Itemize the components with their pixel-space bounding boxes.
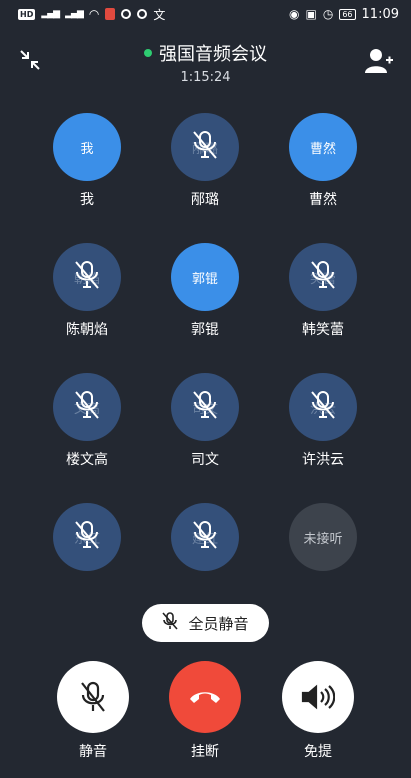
mute-label: 静音 [79,744,107,760]
wifi-icon: ◠ [88,7,100,21]
participant-tile[interactable]: 我我 [28,113,146,212]
participant-name: 楼文高 [66,452,108,468]
avatar: 东红 [53,503,121,571]
alarm-icon: ◷ [322,7,334,21]
avatar-text: 曹然 [309,141,336,157]
muted-mic-icon [192,130,218,164]
online-dot [144,49,152,57]
eye-icon: ◉ [289,7,300,21]
participant-tile[interactable]: 未接听 [264,503,382,602]
participant-name: 许洪云 [302,452,344,468]
participant-name: 郭锟 [191,322,219,338]
avatar: 邴璐 [171,113,239,181]
muted-mic-icon [310,260,336,294]
speaker-control: 免提 [281,661,355,761]
meeting-title: 强国音频会议 [159,44,267,65]
nfc-icon: ▣ [305,7,317,21]
muted-mic-icon [74,260,100,294]
participant-tile[interactable]: 东红 [28,503,146,602]
muted-mic-icon [192,520,218,554]
participant-name: 邴璐 [191,192,219,208]
muted-mic-icon [74,390,100,424]
avatar: 文高 [53,373,121,441]
avatar: 洪云 [289,373,357,441]
battery-icon: 66 [339,8,356,20]
participant-grid: 我我邴璐 邴璐 曹然 曹然 朝焰 陈朝焰 郭锟 郭锟 笑蕾 韩笑蕾 文高 楼文高 司文 司文 洪云 许洪云 东红… [28,113,383,602]
avatar-text: 郭锟 [191,271,218,287]
mute-button[interactable] [57,661,129,733]
app-notification-icon [137,9,148,19]
avatar: 曹然 [289,113,357,181]
avatar: 郭锟 [171,243,239,311]
participant-name: 陈朝焰 [66,322,108,338]
avatar: 建红 [171,503,239,571]
participant-tile[interactable]: 邴璐 邴璐 [146,113,264,212]
participant-name: 司文 [191,452,219,468]
participant-tile[interactable]: 曹然 曹然 [264,113,382,212]
sync-icon [121,9,132,19]
avatar: 我 [53,113,121,181]
participant-name: 韩笑蕾 [302,322,344,338]
speaker-button[interactable] [282,661,354,733]
hangup-control: 挂断 [168,661,242,761]
participant-tile[interactable]: 文高 楼文高 [28,373,146,472]
avatar: 司文 [171,373,239,441]
avatar: 未接听 [289,503,357,571]
hd-icon: HD [18,8,36,20]
muted-mic-icon [74,520,100,554]
participant-tile[interactable]: 朝焰 陈朝焰 [28,243,146,342]
mute-control: 静音 [56,661,130,761]
avatar-text: 未接听 [303,531,343,547]
participant-name: 曹然 [309,192,337,208]
avatar: 笑蕾 [289,243,357,311]
signal-icon: ▂▄▆ [41,9,60,19]
participant-tile[interactable]: 郭锟 郭锟 [146,243,264,342]
clock-time: 11:09 [361,6,399,22]
muted-mic-icon [310,390,336,424]
avatar-text: 我 [80,141,94,157]
call-timer: 1:15:24 [180,70,231,85]
mic-off-icon [162,612,179,634]
page-title: 强国音频会议 [144,40,267,66]
speaker-label: 免提 [304,744,332,760]
translate-icon: 文 [153,7,166,22]
add-user-icon[interactable] [365,48,393,74]
participant-name: 我 [80,192,94,208]
avatar: 朝焰 [53,243,121,311]
recording-mic-icon [105,8,116,20]
hangup-button[interactable] [169,661,241,733]
muted-mic-icon [192,390,218,424]
signal-2-icon: ▂▄▆ [65,9,84,19]
mute-all-button[interactable]: 全员静音 [142,604,269,642]
participant-tile[interactable]: 笑蕾 韩笑蕾 [264,243,382,342]
participant-tile[interactable]: 司文 司文 [146,373,264,472]
participant-tile[interactable]: 洪云 许洪云 [264,373,382,472]
hangup-label: 挂断 [191,744,219,760]
participant-tile[interactable]: 建红 [146,503,264,602]
mute-all-label: 全员静音 [188,614,249,633]
status-bar: HD ▂▄▆ ▂▄▆ ◠ 文 ◉ ▣ ◷ 66 11:09 [0,0,411,28]
call-header: 强国音频会议 1:15:24 [0,40,411,85]
